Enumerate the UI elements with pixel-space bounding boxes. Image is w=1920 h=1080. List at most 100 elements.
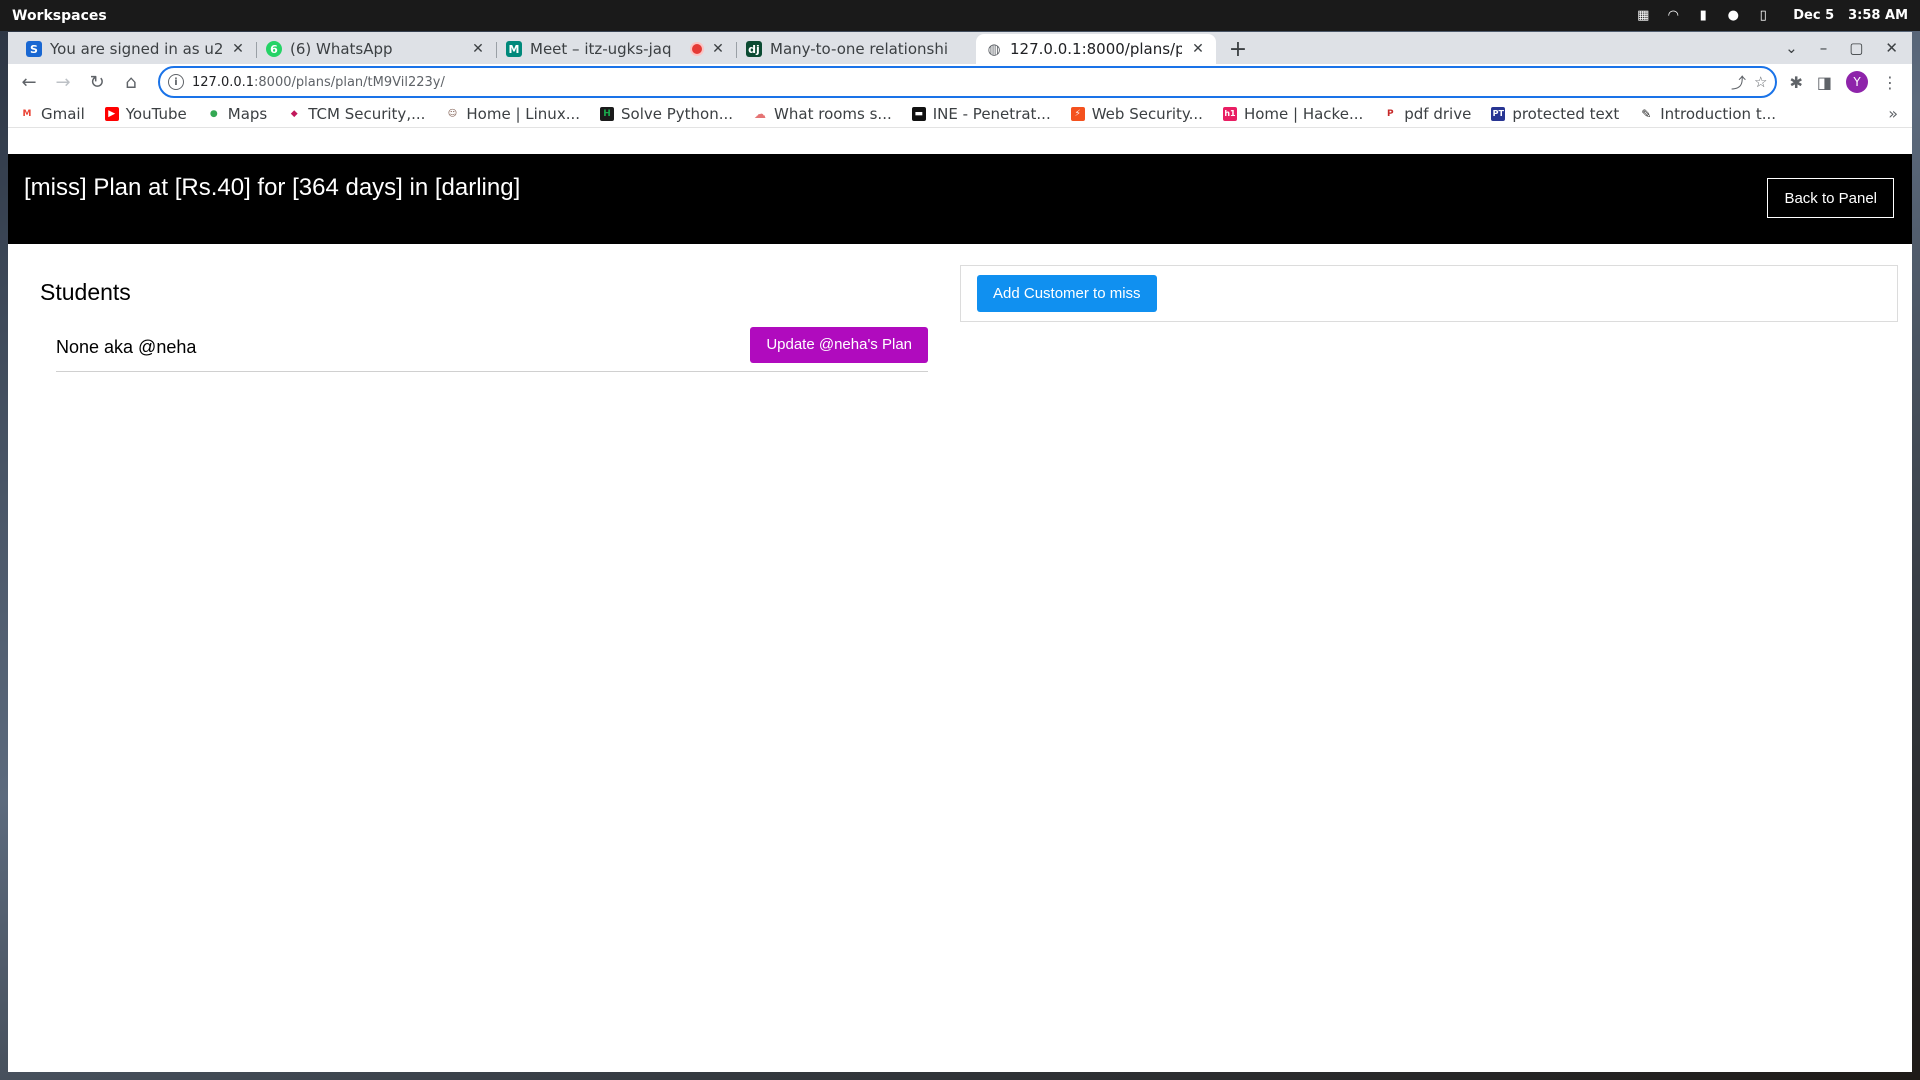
minimize-icon[interactable]: –: [1820, 39, 1828, 57]
bookmark-label: Gmail: [41, 104, 85, 123]
students-heading: Students: [40, 279, 131, 305]
bookmark-label: YouTube: [125, 104, 187, 123]
bookmark-portswigger[interactable]: ⚡ Web Security...: [1070, 104, 1203, 123]
django-favicon-icon: dj: [746, 41, 762, 57]
tab-meet[interactable]: M Meet – itz-ugks-jaq ✕: [496, 34, 736, 64]
site-info-icon[interactable]: i: [168, 74, 184, 90]
tab-signed-in[interactable]: S You are signed in as u20 ✕: [16, 34, 256, 64]
window-switcher-icon[interactable]: ▦: [1635, 8, 1651, 24]
bookmarks-bar: M Gmail ▶ YouTube ● Maps ◆ TCM Security,... …: [8, 100, 1912, 128]
volume-icon[interactable]: ▮: [1695, 8, 1711, 24]
protected-text-icon: PT: [1491, 106, 1506, 121]
bookmark-label: Introduction t...: [1660, 104, 1777, 123]
bookmark-label: protected text: [1512, 104, 1620, 123]
page-title: [miss] Plan at [Rs.40] for [364 days] in…: [24, 174, 521, 201]
update-plan-button[interactable]: Update @neha's Plan: [750, 326, 928, 363]
add-customer-button[interactable]: Add Customer to miss: [977, 275, 1157, 312]
hackerrank-icon: H: [600, 106, 614, 121]
url-host: 127.0.0.1: [192, 74, 255, 90]
bookmark-label: What rooms s...: [774, 104, 892, 123]
new-tab-button[interactable]: +: [1222, 34, 1254, 64]
add-customer-panel: Add Customer to miss: [960, 265, 1898, 322]
close-window-icon[interactable]: ✕: [1885, 39, 1898, 57]
tab-title: 127.0.0.1:8000/plans/pla: [1010, 40, 1182, 58]
bookmark-label: Maps: [227, 104, 268, 123]
tcm-shield-icon: ◆: [290, 108, 298, 119]
tab-search-icon[interactable]: ⌄: [1785, 39, 1798, 57]
share-icon[interactable]: ⤴: [1731, 72, 1746, 93]
tab-whatsapp[interactable]: 6 (6) WhatsApp ✕: [256, 34, 496, 64]
recording-indicator-icon: [692, 44, 702, 54]
forward-arrow-icon[interactable]: →: [48, 67, 78, 97]
sourcegraph-favicon-icon: S: [26, 41, 42, 57]
maximize-icon[interactable]: ▢: [1849, 39, 1863, 57]
back-to-panel-button[interactable]: Back to Panel: [1767, 178, 1894, 218]
url-text[interactable]: 127.0.0.1:8000/plans/plan/tM9Vil223y/: [192, 75, 1723, 90]
whatsapp-favicon-icon: 6: [266, 41, 282, 57]
side-panel-icon[interactable]: ◨: [1817, 73, 1832, 92]
date: Dec 5: [1793, 8, 1835, 23]
bookmark-label: Web Security...: [1091, 104, 1203, 123]
tab-current-plan[interactable]: ◍ 127.0.0.1:8000/plans/pla ✕: [976, 34, 1216, 64]
window-controls: ⌄ – ▢ ✕: [1785, 32, 1906, 64]
portswigger-icon: ⚡: [1070, 106, 1085, 121]
url-path: :8000/plans/plan/tM9Vil223y/: [254, 74, 445, 90]
hackerone-icon: h1: [1222, 106, 1237, 121]
microphone-icon[interactable]: ●: [1725, 8, 1741, 24]
bookmark-ine[interactable]: ▬ INE - Penetrat...: [911, 104, 1051, 123]
bookmark-label: pdf drive: [1404, 104, 1472, 123]
home-icon[interactable]: ⌂: [116, 67, 146, 97]
tab-django-docs[interactable]: dj Many-to-one relationshi: [736, 34, 976, 64]
back-arrow-icon[interactable]: ←: [14, 67, 44, 97]
close-tab-icon[interactable]: ✕: [230, 41, 246, 57]
linux-avatar-icon: ☺: [447, 108, 458, 119]
extensions-icon[interactable]: ✱: [1789, 73, 1802, 92]
pen-icon: ✎: [1641, 106, 1652, 121]
bookmark-star-icon[interactable]: ☆: [1754, 73, 1767, 91]
bookmark-protected-text[interactable]: PT protected text: [1491, 105, 1619, 123]
students-section: Students None aka @neha Update @neha's P…: [40, 279, 936, 372]
globe-favicon-icon: ◍: [986, 40, 1002, 58]
menu-kebab-icon[interactable]: ⋮: [1882, 73, 1898, 92]
bookmark-label: Home | Linux...: [466, 104, 580, 123]
tab-strip: S You are signed in as u20 ✕ 6 (6) Whats…: [8, 32, 1912, 64]
clock[interactable]: Dec 5 3:58 AM: [1793, 8, 1908, 23]
reload-icon[interactable]: ↻: [82, 67, 112, 97]
more-bookmarks-icon[interactable]: »: [1888, 104, 1898, 123]
tab-title: Many-to-one relationshi: [770, 40, 949, 58]
bookmark-hackerone[interactable]: h1 Home | Hacke...: [1222, 104, 1364, 123]
bookmark-hackerrank[interactable]: H Solve Python...: [600, 105, 733, 123]
address-bar[interactable]: i 127.0.0.1:8000/plans/plan/tM9Vil223y/ …: [158, 66, 1778, 98]
student-list-item: None aka @neha Update @neha's Plan: [56, 324, 928, 372]
bookmark-linux[interactable]: ☺ Home | Linux...: [445, 105, 580, 123]
cloud-icon: ☁: [754, 106, 767, 121]
profile-avatar[interactable]: Y: [1846, 71, 1868, 93]
gmail-icon: M: [22, 108, 32, 119]
maps-pin-icon: ●: [209, 108, 218, 119]
workspaces-label[interactable]: Workspaces: [12, 8, 107, 24]
battery-icon[interactable]: ▯: [1755, 8, 1771, 24]
bookmark-tryhackme[interactable]: ☁ What rooms s...: [753, 105, 892, 123]
close-tab-icon[interactable]: ✕: [470, 41, 486, 57]
bookmark-introduction[interactable]: ✎ Introduction t...: [1639, 105, 1776, 123]
bookmark-gmail[interactable]: M Gmail: [20, 105, 85, 123]
bookmark-tcm[interactable]: ◆ TCM Security,...: [287, 104, 426, 123]
pdf-drive-icon: P: [1386, 108, 1394, 119]
bookmark-label: INE - Penetrat...: [932, 104, 1051, 123]
bookmark-label: Home | Hacke...: [1243, 104, 1364, 123]
system-tray: ▦ ◠ ▮ ● ▯: [1635, 8, 1771, 24]
close-tab-icon[interactable]: ✕: [710, 41, 726, 57]
wifi-icon[interactable]: ◠: [1665, 8, 1681, 24]
student-name: None aka @neha: [56, 337, 197, 357]
bookmark-label: TCM Security,...: [308, 104, 426, 123]
browser-toolbar: ← → ↻ ⌂ i 127.0.0.1:8000/plans/plan/tM9V…: [8, 64, 1912, 100]
bookmark-pdf-drive[interactable]: Ppdf drive: [1383, 105, 1471, 123]
tab-title: You are signed in as u20: [50, 40, 222, 58]
bookmark-maps[interactable]: ● Maps: [207, 105, 267, 123]
ine-icon: ▬: [911, 106, 926, 121]
close-tab-icon[interactable]: ✕: [1190, 41, 1206, 57]
bookmark-youtube[interactable]: ▶ YouTube: [104, 104, 187, 123]
page-content: [miss] Plan at [Rs.40] for [364 days] in…: [8, 154, 1912, 1072]
browser-window: S You are signed in as u20 ✕ 6 (6) Whats…: [8, 32, 1912, 1072]
tab-title: (6) WhatsApp: [290, 40, 393, 58]
